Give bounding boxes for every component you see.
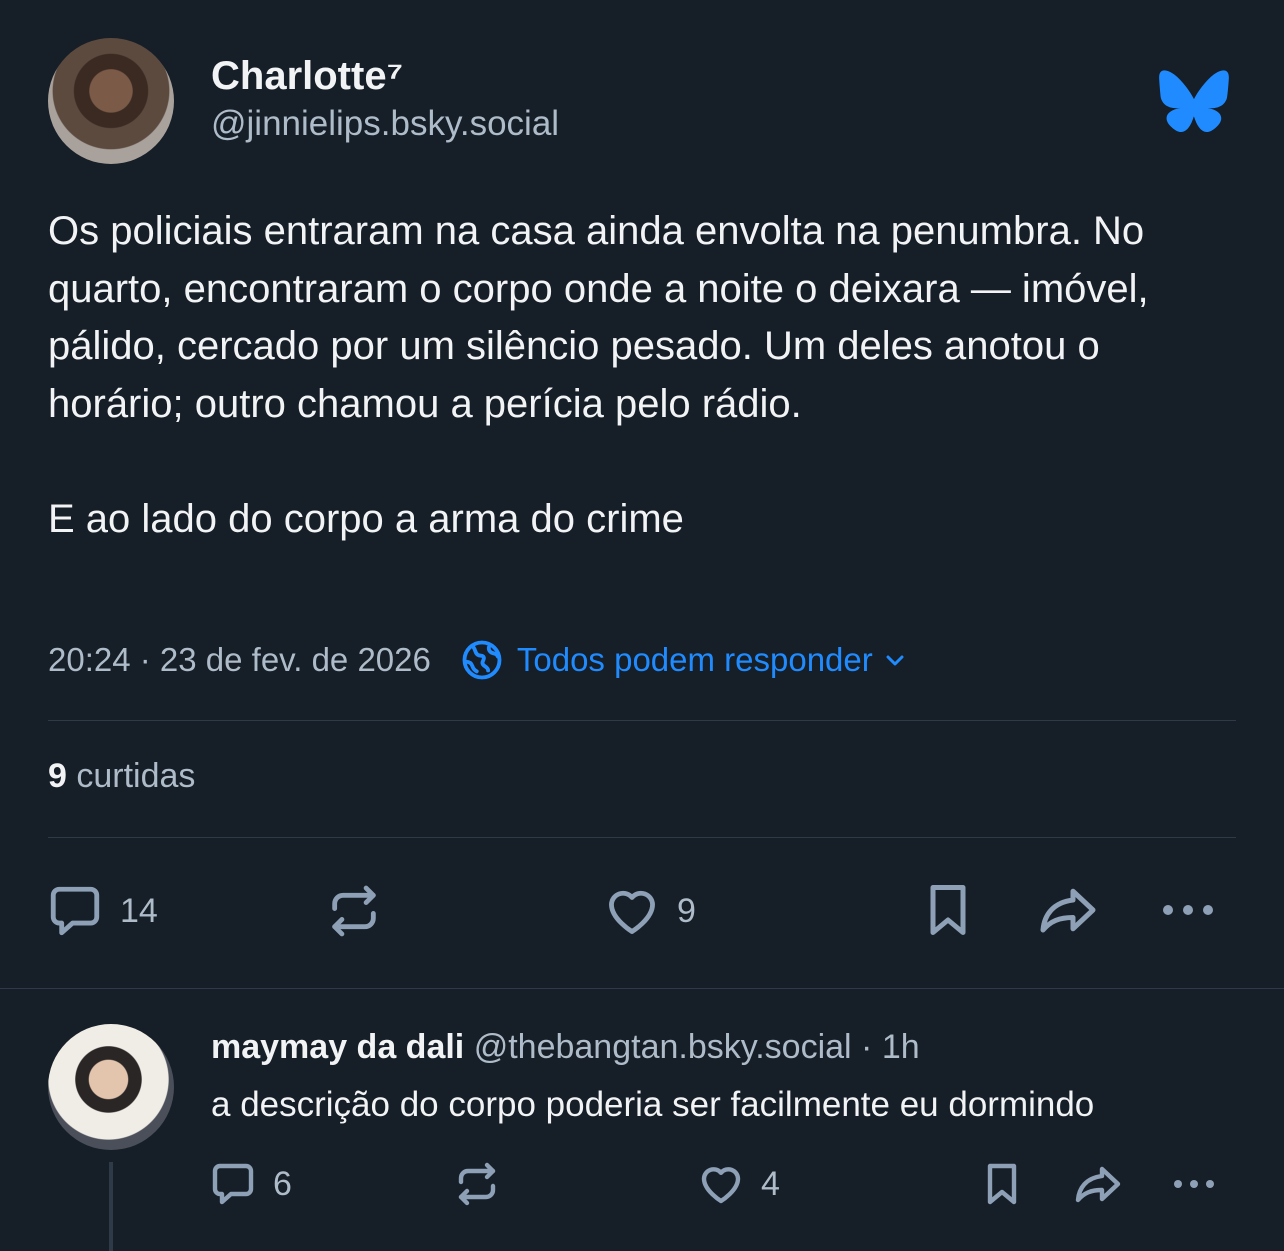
reply-like-count: 4 [761,1164,780,1203]
reply-time: 1h [881,1028,920,1066]
like-button[interactable]: 9 [603,882,696,940]
bookmark-icon [987,1163,1017,1205]
reply-author-avatar[interactable] [48,1024,174,1150]
reply-like-button[interactable]: 4 [697,1160,780,1208]
divider [48,720,1236,721]
share-arrow-icon [1075,1166,1121,1203]
reply-text: a descrição do corpo poderia ser facilme… [211,1085,1095,1124]
reply-reply-button[interactable]: 6 [209,1160,292,1208]
post-thread-view: Charlotte⁷ @jinnielips.bsky.social Os po… [0,0,1284,1251]
divider [0,988,1284,989]
bookmark-button[interactable] [918,880,978,940]
reply-more-options-button[interactable] [1170,1160,1218,1208]
reply-setting-button[interactable]: Todos podem responder [461,639,907,681]
like-count: 9 [677,891,696,930]
post-text: Os policiais entraram na casa ainda envo… [48,203,1238,548]
more-options-button[interactable] [1158,880,1218,940]
globe-icon [462,640,502,680]
repost-button[interactable] [325,882,383,940]
author-info[interactable]: Charlotte⁷ @jinnielips.bsky.social [211,52,559,146]
author-display-name[interactable]: Charlotte⁷ [211,52,559,100]
reply-author-name[interactable]: maymay da dali [211,1028,464,1066]
reply-header: maymay da dali @thebangtan.bsky.social ·… [211,1024,920,1070]
post-paragraph: E ao lado do corpo a arma do crime [48,496,684,541]
likes-label: curtidas [76,757,196,795]
post-header: Charlotte⁷ @jinnielips.bsky.social [48,38,1236,164]
likes-count: 9 [48,757,67,795]
post-paragraph: Os policiais entraram na casa ainda envo… [48,209,1149,426]
author-avatar[interactable] [48,38,174,164]
likes-summary[interactable]: 9 curtidas [48,757,195,796]
reply-setting-label: Todos podem responder [516,641,873,678]
reply-share-button[interactable] [1072,1160,1124,1208]
speech-bubble-icon [50,886,100,936]
chevron-down-icon [886,655,904,666]
thread-line [109,1162,113,1251]
heart-icon [701,1167,741,1204]
heart-icon [609,890,655,934]
divider [48,837,1236,838]
bookmark-icon [930,885,966,935]
share-arrow-icon [1040,888,1096,933]
reply-bookmark-button[interactable] [978,1160,1026,1208]
more-dots-icon [1163,905,1213,915]
post-meta: 20:24 · 23 de fev. de 2026 Todos podem r… [48,636,907,684]
repost-icon [458,1162,496,1206]
reply-reply-count: 6 [273,1164,292,1203]
more-dots-icon [1174,1180,1214,1188]
bluesky-butterfly-icon [1159,70,1229,133]
speech-bubble-icon [212,1163,254,1205]
author-handle[interactable]: @jinnielips.bsky.social [211,102,559,146]
reply-repost-button[interactable] [453,1160,501,1208]
repost-icon [332,885,376,937]
reply-author-handle[interactable]: @thebangtan.bsky.social [474,1028,852,1066]
reply-button[interactable]: 14 [46,882,158,940]
reply-count: 14 [120,891,158,930]
separator-dot: · [861,1028,873,1066]
share-button[interactable] [1036,880,1100,940]
post-timestamp: 20:24 · 23 de fev. de 2026 [48,641,431,678]
